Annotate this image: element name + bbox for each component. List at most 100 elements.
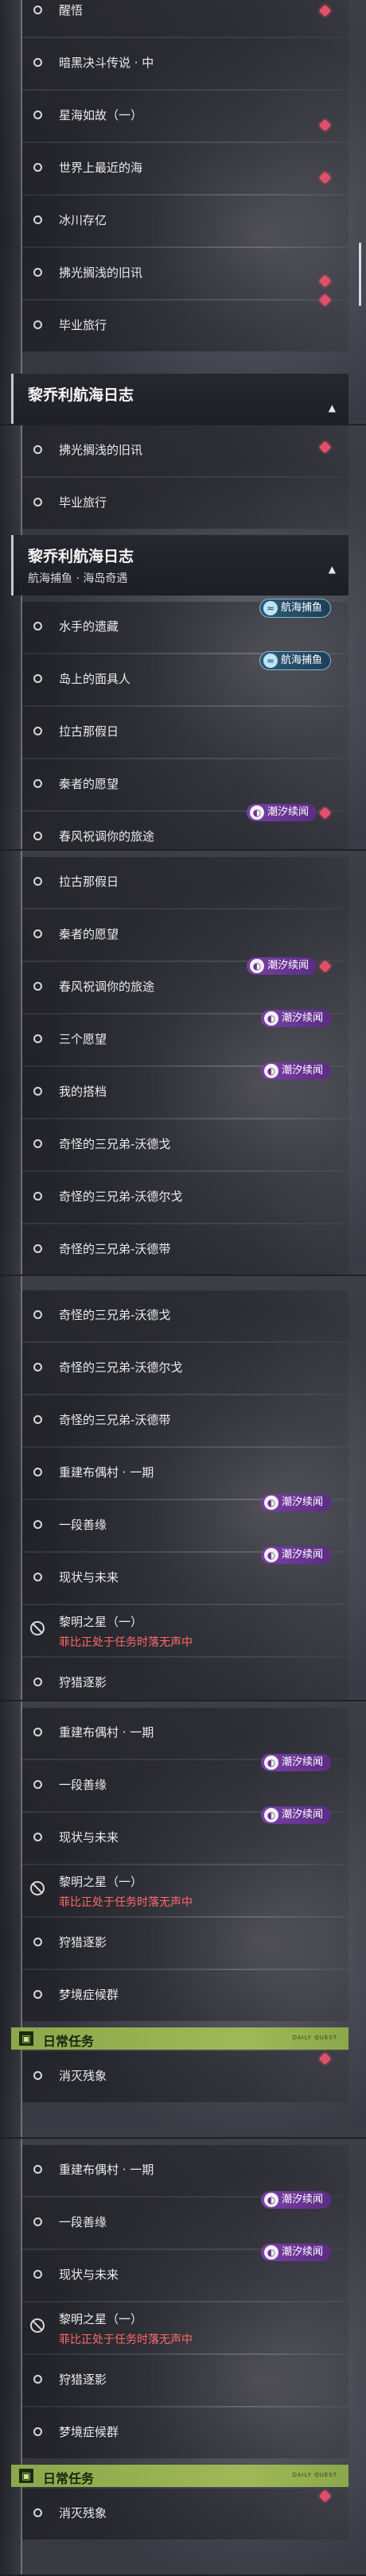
new-indicator-icon — [318, 171, 332, 184]
quest-item[interactable]: 拂光搁浅的旧讯 — [22, 425, 348, 476]
quest-item[interactable]: 现状与未来 ◐ 潮汐续闻 — [22, 2244, 348, 2301]
quest-radio-icon — [33, 1520, 42, 1529]
quest-item[interactable]: 一段善缘 ◐ 潮汐续闻 — [22, 1494, 348, 1551]
quest-radio-icon — [33, 832, 42, 840]
quest-item[interactable]: 现状与未来 ◐ 潮汐续闻 — [22, 1806, 348, 1864]
quest-item[interactable]: 狩猎逐影 — [22, 1918, 348, 1969]
quest-radio-icon — [33, 982, 42, 991]
tide-icon: ◐ — [263, 1496, 278, 1510]
quest-item[interactable]: 一段善缘 ◐ 潮汐续闻 — [22, 1754, 348, 1811]
quest-radio-icon — [33, 1244, 42, 1253]
quest-radio-icon — [33, 268, 42, 277]
quest-tag: ◐ 潮汐续闻 — [260, 1806, 331, 1824]
quest-tag: ◐ 潮汐续闻 — [260, 1062, 331, 1080]
quest-item[interactable]: 秦者的愿望 — [22, 759, 348, 810]
quest-radio-icon — [33, 1468, 42, 1476]
quest-item[interactable]: 我的搭档 ◐ 潮汐续闻 — [22, 1062, 348, 1118]
quest-item[interactable]: 重建布偶村 · 一期 — [22, 1448, 348, 1499]
scrollbar[interactable] — [359, 242, 361, 306]
quest-tag: ◐ 潮汐续闻 — [260, 1494, 331, 1511]
quest-panel-1: 醒悟 暗黑决斗传说 · 中 星海如故（一） 世界上最近的海 冰川存亿 拂光搁浅的… — [0, 0, 366, 425]
quest-item[interactable]: 梦境症候群 — [22, 2407, 348, 2458]
quest-tag: ◐ 潮汐续闻 — [246, 957, 317, 975]
quest-panel-6: 重建布偶村 · 一期 一段善缘 ◐ 潮汐续闻 现状与未来 ◐ 潮汐续闻 黎明之星（一… — [0, 2139, 366, 2576]
collapse-icon[interactable]: ▲ — [329, 564, 336, 575]
daily-quest-header[interactable]: ▣ 日常任务 DAILY QUEST — [11, 2465, 348, 2487]
quest-item[interactable]: 拉古那假日 — [22, 857, 348, 908]
unavailable-icon — [30, 1881, 45, 1895]
quest-item[interactable]: 三个愿望 ◐ 潮汐续闻 — [22, 1010, 348, 1065]
quest-item[interactable]: 醒悟 — [22, 0, 348, 37]
unavailable-icon — [30, 2318, 45, 2333]
quest-radio-icon — [33, 1087, 42, 1096]
new-indicator-icon — [318, 274, 332, 288]
quest-item[interactable]: 星海如故（一） — [22, 91, 348, 142]
quest-item[interactable]: 重建布偶村 · 一期 — [22, 1708, 348, 1759]
quest-item[interactable]: 冰川存亿 — [22, 196, 348, 246]
daily-quest-header[interactable]: ▣ 日常任务 DAILY QUEST — [11, 2027, 348, 2050]
quest-radio-icon — [33, 1833, 42, 1841]
quest-tag: ◐ 潮汐续闻 — [260, 2191, 331, 2209]
quest-item[interactable]: 奇怪的三兄弟-沃德戈 — [22, 1119, 348, 1170]
quest-item[interactable]: 一段善缘 ◐ 潮汐续闻 — [22, 2191, 348, 2248]
quest-radio-icon — [33, 727, 42, 735]
quest-radio-icon — [33, 622, 42, 630]
quest-item[interactable]: 毕业旅行 — [22, 293, 348, 351]
quest-radio-icon — [33, 6, 42, 14]
quest-item[interactable]: 岛上的面具人 ≈ 航海捕鱼 — [22, 651, 348, 705]
book-icon: ▣ — [19, 2031, 33, 2046]
quest-tag: ◐ 潮汐续闻 — [260, 2244, 331, 2261]
tide-icon: ◐ — [249, 805, 264, 820]
quest-radio-icon — [33, 2217, 42, 2226]
quest-item[interactable]: 黎明之星（一） 菲比正处于任务时落无声中 — [22, 1865, 348, 1916]
quest-item[interactable]: 黎明之星（一） 菲比正处于任务时落无声中 — [22, 2302, 348, 2353]
quest-item[interactable]: 春风祝调你的旅途 ◐ 潮汐续闻 — [22, 804, 348, 851]
quest-panel-4: 奇怪的三兄弟-沃德戈 奇怪的三兄弟-沃德尔戈 奇怪的三兄弟-沃德带 重建布偶村 … — [0, 1276, 366, 1701]
quest-item[interactable]: 黎明之星（一） 菲比正处于任务时落无声中 — [22, 1605, 348, 1656]
quest-item[interactable]: 消灭残象 — [22, 2051, 348, 2102]
quest-item[interactable]: 水手的遗藏 ≈ 航海捕鱼 — [22, 599, 348, 653]
quest-group-header[interactable]: 黎乔利航海日志 ▲ — [11, 374, 348, 425]
quest-item[interactable]: 暗黑决斗传说 · 中 — [22, 38, 348, 89]
quest-radio-icon — [33, 2071, 42, 2080]
new-indicator-icon — [318, 2052, 332, 2066]
quest-radio-icon — [33, 1034, 42, 1043]
quest-tag: ◐ 潮汐续闻 — [260, 1754, 331, 1771]
quest-item[interactable]: 消灭残象 — [22, 2489, 348, 2539]
quest-item[interactable]: 奇怪的三兄弟-沃德尔戈 — [22, 1172, 348, 1223]
quest-item[interactable]: 梦境症候群 — [22, 1970, 348, 2021]
quest-radio-icon — [33, 1139, 42, 1148]
quest-item[interactable]: 世界上最近的海 — [22, 143, 348, 194]
quest-item[interactable]: 拉古那假日 — [22, 707, 348, 758]
collapse-icon[interactable]: ▲ — [329, 402, 336, 413]
quest-radio-icon — [33, 445, 42, 454]
tide-icon: ◐ — [263, 1808, 278, 1822]
quest-item[interactable]: 毕业旅行 — [22, 478, 348, 529]
quest-item[interactable]: 重建布偶村 · 一期 — [22, 2145, 348, 2196]
quest-radio-icon — [33, 320, 42, 329]
quest-group-header[interactable]: 黎乔利航海日志 航海捕鱼 · 海岛奇遇 ▲ — [11, 535, 348, 596]
quest-list-screens: 醒悟 暗黑决斗传说 · 中 星海如故（一） 世界上最近的海 冰川存亿 拂光搁浅的… — [0, 0, 366, 2576]
quest-item[interactable]: 拂光搁浅的旧讯 — [22, 248, 348, 299]
quest-panel-5: 重建布偶村 · 一期 一段善缘 ◐ 潮汐续闻 现状与未来 ◐ 潮汐续闻 黎明之星（一… — [0, 1701, 366, 2139]
quest-radio-icon — [33, 2427, 42, 2436]
new-indicator-icon — [318, 440, 332, 454]
quest-tag: ◐ 潮汐续闻 — [260, 1546, 331, 1564]
new-indicator-icon — [318, 4, 332, 17]
quest-item[interactable]: 现状与未来 ◐ 潮汐续闻 — [22, 1546, 348, 1604]
tide-icon: ◐ — [263, 1064, 278, 1078]
tide-icon: ◐ — [263, 1011, 278, 1026]
quest-tag: ≈ 航海捕鱼 — [259, 651, 331, 670]
quest-item[interactable]: 春风祝调你的旅途 ◐ 潮汐续闻 — [22, 957, 348, 1013]
quest-item[interactable]: 狩猎逐影 — [22, 1658, 348, 1701]
quest-radio-icon — [33, 1310, 42, 1319]
quest-panel-2: 拂光搁浅的旧讯 毕业旅行 黎乔利航海日志 航海捕鱼 · 海岛奇遇 ▲ 水手的遗藏… — [0, 425, 366, 851]
quest-item[interactable]: 奇怪的三兄弟-沃德带 — [22, 1395, 348, 1446]
quest-item[interactable]: 奇怪的三兄弟-沃德尔戈 — [22, 1343, 348, 1394]
quest-item[interactable]: 奇怪的三兄弟-沃德戈 — [22, 1290, 348, 1341]
quest-radio-icon — [33, 2375, 42, 2384]
quest-item[interactable]: 狩猎逐影 — [22, 2355, 348, 2406]
quest-panel-3: 拉古那假日 秦者的愿望 春风祝调你的旅途 ◐ 潮汐续闻 三个愿望 ◐ 潮汐续闻 我的… — [0, 851, 366, 1276]
quest-item[interactable]: 奇怪的三兄弟-沃德带 — [22, 1224, 348, 1275]
quest-item[interactable]: 秦者的愿望 — [22, 910, 348, 960]
